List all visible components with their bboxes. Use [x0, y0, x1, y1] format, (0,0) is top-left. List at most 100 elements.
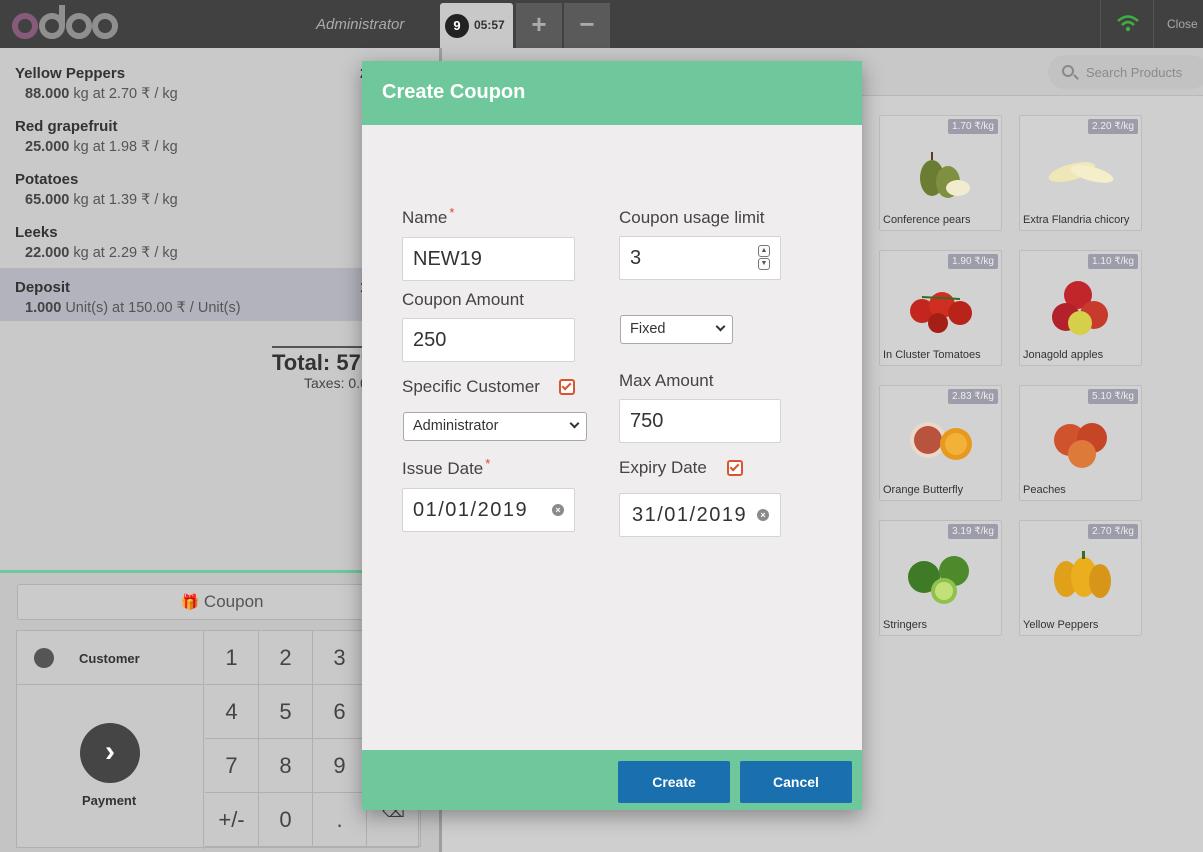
- product-card[interactable]: 2.83 ₹/kg Orange Butterfly: [879, 385, 1002, 501]
- amount-type-value: Fixed: [630, 321, 666, 337]
- usage-limit-label: Coupon usage limit: [619, 208, 765, 227]
- clear-icon[interactable]: ×: [757, 509, 769, 521]
- chevron-right-icon: ›: [80, 723, 140, 783]
- product-card[interactable]: 1.90 ₹/kg In Cluster Tomatoes: [879, 250, 1002, 366]
- orderline-unit-price: kg at 2.29 ₹ / kg: [69, 245, 178, 261]
- checkmark-icon: [729, 461, 740, 472]
- issue-date-input[interactable]: 01/01/2019 ×: [402, 488, 575, 532]
- product-card[interactable]: 5.10 ₹/kg Peaches: [1019, 385, 1142, 501]
- customer-button[interactable]: Customer: [17, 631, 204, 685]
- close-button[interactable]: Close: [1167, 17, 1198, 31]
- cancel-button[interactable]: Cancel: [740, 761, 852, 803]
- coupon-name-input[interactable]: NEW19: [402, 237, 575, 281]
- name-label-text: Name: [402, 208, 448, 227]
- numpad-key-dot[interactable]: .: [313, 793, 367, 847]
- product-card[interactable]: 1.70 ₹/kg Conference pears: [879, 115, 1002, 231]
- product-name: Extra Flandria chicory: [1023, 214, 1130, 226]
- numpad-key-6[interactable]: 6: [313, 685, 367, 739]
- amount-type-select[interactable]: Fixed: [620, 315, 733, 344]
- numpad-key-4[interactable]: 4: [205, 685, 259, 739]
- product-card[interactable]: 3.19 ₹/kg Stringers: [879, 520, 1002, 636]
- coupon-button-label: Coupon: [203, 592, 264, 611]
- search-icon: [1062, 65, 1074, 77]
- order-total: Total: 577: [272, 346, 374, 376]
- apple-icon: [1052, 281, 1108, 335]
- name-label: Name *: [402, 205, 455, 228]
- numpad-key-sign[interactable]: +/-: [205, 793, 259, 847]
- number-stepper[interactable]: ▲ ▼: [758, 245, 770, 271]
- numpad-key-2[interactable]: 2: [259, 631, 313, 685]
- product-price: 1.70 ₹/kg: [948, 119, 998, 134]
- top-bar: Administrator 9 05:57 + − Close: [0, 0, 1203, 48]
- orderline-qty: 22.000: [25, 245, 70, 261]
- orderline-unit-price: kg at 2.70 ₹ / kg: [69, 86, 178, 102]
- customer-select[interactable]: Administrator: [403, 412, 587, 441]
- orderline-unit-price: kg at 1.98 ₹ / kg: [69, 139, 178, 155]
- product-card[interactable]: 1.10 ₹/kg Jonagold apples: [1019, 250, 1142, 366]
- specific-customer-checkbox[interactable]: [559, 379, 575, 395]
- product-card[interactable]: 2.20 ₹/kg Extra Flandria chicory: [1019, 115, 1142, 231]
- max-amount-input[interactable]: 750: [619, 399, 781, 443]
- order-taxes: Taxes: 0.0: [304, 375, 368, 391]
- orderline-unit-price: kg at 1.39 ₹ / kg: [69, 192, 178, 208]
- usage-limit-input[interactable]: 3 ▲ ▼: [619, 236, 781, 280]
- product-name: Jonagold apples: [1023, 349, 1104, 361]
- remove-order-button[interactable]: −: [564, 3, 610, 48]
- numpad-key-5[interactable]: 5: [259, 685, 313, 739]
- search-input[interactable]: Search Products: [1048, 55, 1203, 89]
- stepper-up-icon[interactable]: ▲: [758, 245, 770, 257]
- payment-button[interactable]: › Payment: [17, 685, 204, 849]
- cashier-name[interactable]: Administrator: [316, 16, 404, 33]
- stepper-down-icon[interactable]: ▼: [758, 258, 770, 270]
- orange-icon: [910, 422, 972, 460]
- wifi-icon: [1117, 15, 1139, 32]
- orderline-product: Potatoes: [15, 171, 79, 188]
- numpad-key-8[interactable]: 8: [259, 739, 313, 793]
- orderline-unit-price: Unit(s) at 150.00 ₹ / Unit(s): [61, 300, 241, 316]
- order-tab[interactable]: 9 05:57: [440, 3, 513, 48]
- orderline-qty: 65.000: [25, 192, 70, 208]
- orderline-qty: 25.000: [25, 139, 70, 155]
- orderline-qty: 1.000: [25, 300, 62, 316]
- expiry-date-input[interactable]: 31/01/2019 ×: [619, 493, 781, 537]
- peach-icon: [1054, 423, 1107, 468]
- orderline-info: 22.000 kg at 2.29 ₹ / kg: [25, 245, 178, 261]
- required-mark: *: [485, 456, 491, 471]
- chevron-down-icon: [569, 418, 580, 429]
- product-price: 2.70 ₹/kg: [1088, 524, 1138, 539]
- payment-button-label: Payment: [82, 793, 137, 808]
- product-name: Yellow Peppers: [1023, 619, 1099, 631]
- clear-icon[interactable]: ×: [552, 504, 564, 516]
- product-card[interactable]: 2.70 ₹/kg Yellow Peppers: [1019, 520, 1142, 636]
- numpad-key-9[interactable]: 9: [313, 739, 367, 793]
- numpad-key-3[interactable]: 3: [313, 631, 367, 685]
- numpad-key-0[interactable]: 0: [259, 793, 313, 847]
- user-icon: [34, 648, 54, 668]
- expiry-date-checkbox[interactable]: [727, 460, 743, 476]
- order-number-badge: 9: [445, 14, 469, 38]
- create-button[interactable]: Create: [618, 761, 730, 803]
- coupon-amount-label: Coupon Amount: [402, 290, 524, 309]
- usage-limit-value: 3: [630, 247, 642, 269]
- connection-status[interactable]: [1100, 0, 1154, 48]
- pepper-icon: [1054, 551, 1111, 598]
- issue-date-label: Issue Date *: [402, 456, 491, 479]
- numpad-key-7[interactable]: 7: [205, 739, 259, 793]
- product-name: In Cluster Tomatoes: [883, 349, 981, 361]
- checkmark-icon: [561, 380, 572, 391]
- dialog-title: Create Coupon: [382, 81, 526, 103]
- search-placeholder: Search Products: [1086, 65, 1183, 80]
- dialog-header: Create Coupon: [362, 61, 862, 125]
- create-coupon-dialog: Create Coupon Name * NEW19 Coupon usage l…: [362, 61, 862, 810]
- tomato-icon: [910, 292, 972, 333]
- coupon-amount-input[interactable]: 250: [402, 318, 575, 362]
- product-name: Peaches: [1023, 484, 1066, 496]
- orderline-info: 65.000 kg at 1.39 ₹ / kg: [25, 192, 178, 208]
- pear-icon: [920, 152, 970, 198]
- dialog-footer: Create Cancel: [362, 750, 862, 810]
- numpad-key-1[interactable]: 1: [205, 631, 259, 685]
- product-price: 5.10 ₹/kg: [1088, 389, 1138, 404]
- required-mark: *: [449, 205, 455, 220]
- gift-icon: 🎁: [180, 594, 200, 611]
- add-order-button[interactable]: +: [516, 3, 562, 48]
